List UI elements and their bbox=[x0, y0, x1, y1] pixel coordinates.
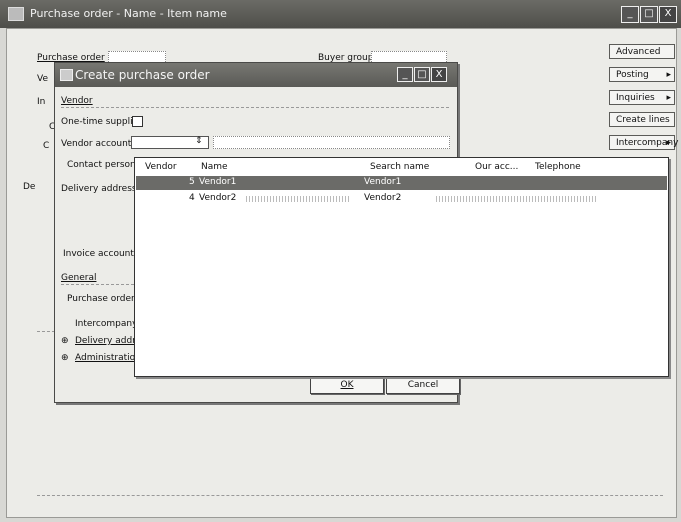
minimize-button[interactable]: _ bbox=[621, 6, 639, 23]
vendor-section-line bbox=[61, 107, 449, 108]
tab-general[interactable]: General bbox=[61, 273, 96, 283]
one-time-supplier-checkbox[interactable] bbox=[132, 116, 143, 127]
dialog-minimize-button[interactable]: _ bbox=[397, 67, 413, 82]
intercompany-label: Intercompany bbox=[75, 319, 138, 329]
ok-button-label: OK bbox=[340, 380, 354, 390]
table-row[interactable]: 4 Vendor2 Vendor2 bbox=[136, 192, 667, 206]
dialog-title: Create purchase order bbox=[75, 68, 210, 82]
bottom-divider bbox=[37, 495, 663, 496]
dialog-icon bbox=[60, 69, 73, 81]
row-name-cell: Vendor1 bbox=[199, 177, 237, 187]
intercompany-button[interactable]: Intercompany ▸ bbox=[609, 135, 678, 150]
invoice-account-label: Invoice account bbox=[63, 249, 134, 259]
dialog-title-bar: Create purchase order _ □ X bbox=[55, 63, 457, 87]
posting-arrow-icon: ▸ bbox=[666, 70, 671, 80]
column-header-telephone[interactable]: Telephone bbox=[535, 162, 581, 172]
vendor-account-label: Vendor account bbox=[61, 139, 132, 149]
lookup-icon[interactable]: ⇕ bbox=[195, 136, 203, 146]
row-vendor-cell: 4 bbox=[189, 193, 195, 203]
inquiries-button-label: Inquiries bbox=[616, 93, 655, 103]
intercompany-arrow-icon: ▸ bbox=[666, 138, 671, 148]
row-fill-texture bbox=[436, 196, 596, 202]
administration-group[interactable]: Administration bbox=[75, 353, 141, 363]
inquiries-arrow-icon: ▸ bbox=[666, 93, 671, 103]
create-lines-button[interactable]: Create lines bbox=[609, 112, 675, 127]
column-header-name[interactable]: Name bbox=[201, 162, 228, 172]
app-icon bbox=[8, 7, 24, 21]
purchase-order-type-label: Purchase order bbox=[67, 294, 135, 304]
delivery-address-label: Delivery address bbox=[61, 184, 137, 194]
vendor-label-fragment: Ve bbox=[37, 74, 48, 84]
posting-button[interactable]: Posting ▸ bbox=[609, 67, 675, 82]
one-time-supplier-label: One-time supplier bbox=[61, 117, 142, 127]
column-header-our-account[interactable]: Our acc... bbox=[475, 162, 518, 172]
row-fill-texture bbox=[246, 196, 351, 202]
currency-label-fragment: C bbox=[43, 141, 50, 151]
inquiries-button[interactable]: Inquiries ▸ bbox=[609, 90, 675, 105]
table-row[interactable]: 5 Vendor1 Vendor1 bbox=[136, 176, 667, 190]
cancel-button-label: Cancel bbox=[407, 380, 439, 390]
row-vendor-cell: 5 bbox=[189, 177, 195, 187]
main-window-title: Purchase order - Name - Item name bbox=[30, 7, 227, 20]
invoice-label-fragment: In bbox=[37, 97, 46, 107]
posting-button-label: Posting bbox=[616, 70, 649, 80]
close-button[interactable]: X bbox=[659, 6, 677, 23]
cancel-button[interactable]: Cancel bbox=[386, 376, 460, 394]
row-search-name-cell: Vendor1 bbox=[364, 177, 402, 187]
row-search-name-cell: Vendor2 bbox=[364, 193, 402, 203]
vendor-name-field bbox=[213, 136, 450, 149]
dialog-maximize-button[interactable]: □ bbox=[414, 67, 430, 82]
dialog-close-button[interactable]: X bbox=[431, 67, 447, 82]
column-header-search-name[interactable]: Search name bbox=[370, 162, 429, 172]
vendor-lookup-grid[interactable]: Vendor Name Search name Our acc... Telep… bbox=[134, 157, 669, 377]
tab-vendor[interactable]: Vendor bbox=[61, 96, 93, 106]
delivery-label-fragment: De bbox=[23, 182, 36, 192]
create-lines-button-label: Create lines bbox=[616, 115, 670, 125]
row-name-cell: Vendor2 bbox=[199, 193, 237, 203]
contact-person-label: Contact person bbox=[67, 160, 136, 170]
maximize-button[interactable]: □ bbox=[640, 6, 658, 23]
delivery-address-expand-icon[interactable]: ⊕ bbox=[61, 336, 69, 346]
advanced-button[interactable]: Advanced bbox=[609, 44, 675, 59]
ok-button[interactable]: OK bbox=[310, 376, 384, 394]
administration-expand-icon[interactable]: ⊕ bbox=[61, 353, 69, 363]
advanced-button-label: Advanced bbox=[616, 47, 661, 57]
column-header-vendor[interactable]: Vendor bbox=[145, 162, 177, 172]
main-title-bar: Purchase order - Name - Item name _ □ X bbox=[0, 0, 681, 28]
